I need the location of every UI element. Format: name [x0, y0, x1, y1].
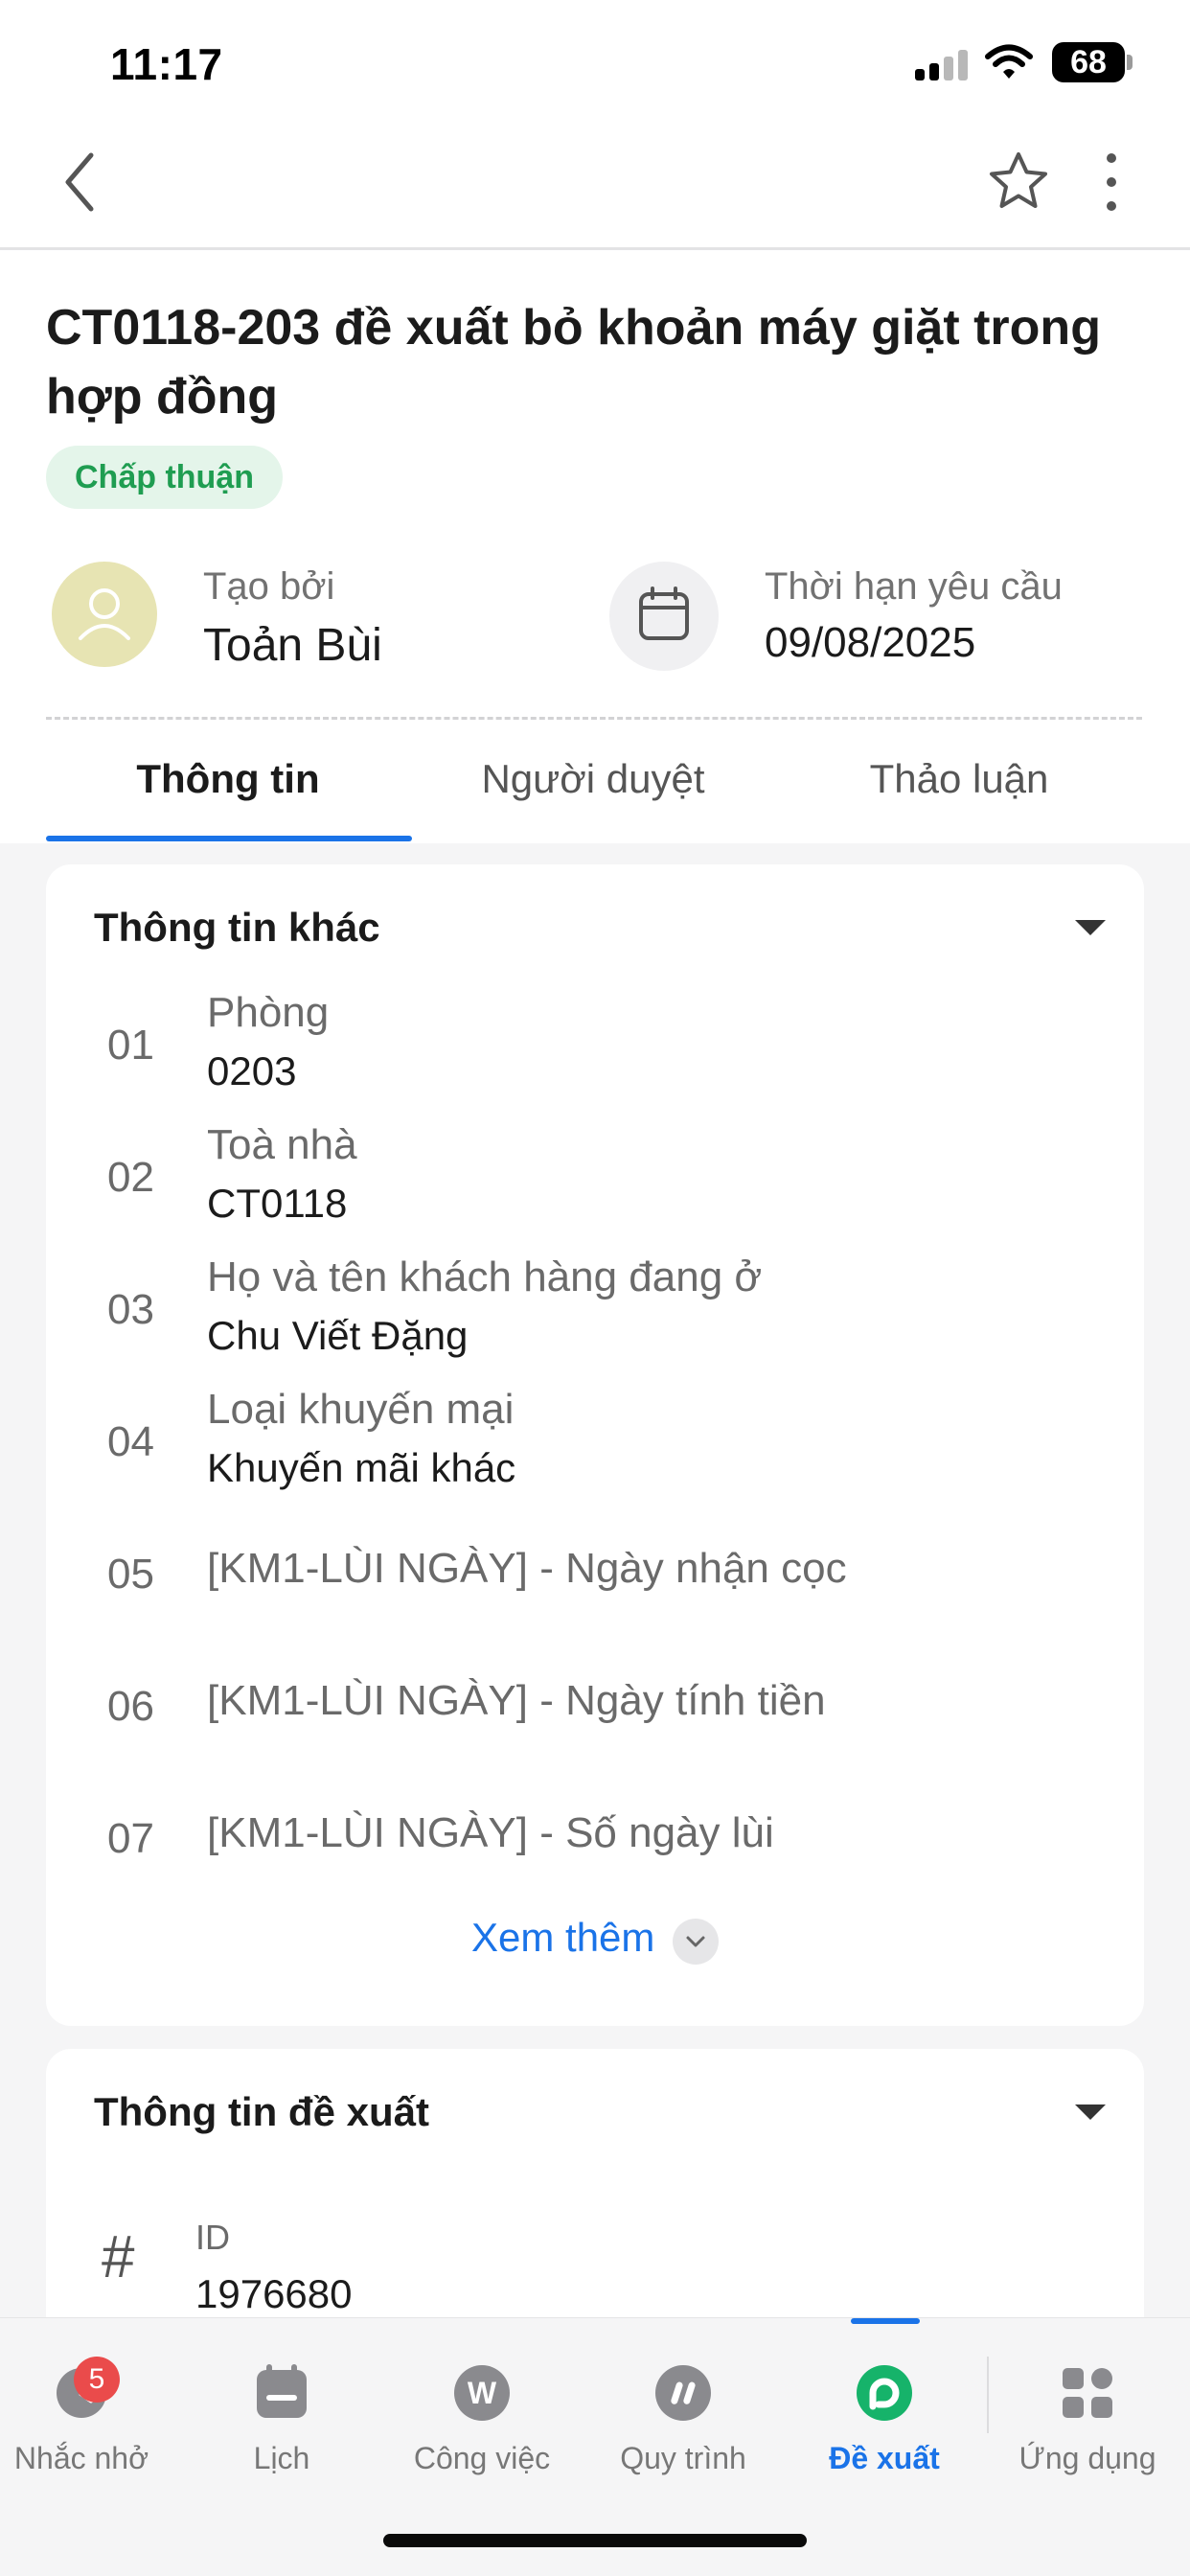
tab-info[interactable]: Thông tin — [46, 749, 410, 841]
id-label: ID — [195, 2218, 230, 2257]
field-value: 0203 — [207, 1048, 297, 1093]
active-nav-indicator — [851, 2318, 920, 2324]
nav-label: Quy trình — [620, 2441, 746, 2475]
user-icon — [79, 588, 130, 640]
field-label: [KM1-LÙI NGÀY] - Ngày tính tiền — [207, 1677, 826, 1724]
creator-label: Tạo bởi — [203, 565, 335, 608]
field-label: [KM1-LÙI NGÀY] - Ngày nhận cọc — [207, 1545, 847, 1592]
home-indicator[interactable] — [383, 2534, 807, 2547]
nav-item-proposal[interactable]: Đề xuất — [789, 2337, 980, 2481]
active-tab-indicator — [46, 836, 412, 841]
avatar — [52, 562, 157, 667]
field-label: Loại khuyến mại — [207, 1386, 515, 1433]
field-number: 04 — [107, 1418, 154, 1465]
field-label: [KM1-LÙI NGÀY] - Số ngày lùi — [207, 1809, 774, 1856]
nav-label: Lịch — [253, 2441, 310, 2475]
workflow-icon — [655, 2365, 711, 2421]
star-outline-icon[interactable] — [985, 149, 1052, 216]
more-vertical-icon[interactable] — [1092, 149, 1131, 216]
other-info-card: Thông tin khác 01 Phòng 0203 02 Toà nhà … — [46, 864, 1144, 2026]
nav-item-reminders[interactable]: 5 Nhắc nhở — [0, 2337, 177, 2481]
field-number: 05 — [107, 1551, 154, 1598]
chevron-down-icon[interactable] — [673, 1919, 719, 1965]
tab-approvers[interactable]: Người duyệt — [410, 749, 776, 841]
deadline-value: 09/08/2025 — [765, 619, 976, 666]
deadline-label: Thời hạn yêu cầu — [765, 565, 1063, 608]
id-value: 1976680 — [195, 2271, 353, 2316]
nav-item-workflow[interactable]: Quy trình — [587, 2337, 779, 2481]
collapse-caret-icon[interactable] — [1075, 920, 1106, 935]
cellular-signal-icon — [915, 48, 969, 80]
field-number: 06 — [107, 1683, 154, 1730]
calendar-icon — [639, 586, 689, 640]
other-info-title: Thông tin khác — [94, 905, 380, 950]
header-divider — [0, 247, 1190, 250]
field-label: Họ và tên khách hàng đang ở — [207, 1254, 763, 1300]
dashed-divider — [46, 717, 1142, 720]
proposal-icon — [857, 2365, 912, 2421]
field-number: 01 — [107, 1022, 154, 1069]
see-more-link[interactable]: Xem thêm — [471, 1915, 654, 1961]
deadline-icon-wrap — [609, 562, 719, 671]
nav-item-apps[interactable]: Ứng dụng — [992, 2337, 1183, 2481]
field-number: 02 — [107, 1154, 154, 1201]
page-title: CT0118-203 đề xuất bỏ khoản máy giặt tro… — [46, 300, 1101, 425]
nav-item-calendar[interactable]: Lịch — [186, 2337, 378, 2481]
field-number: 07 — [107, 1815, 154, 1862]
field-value: Chu Viết Đặng — [207, 1313, 469, 1358]
tab-discussion[interactable]: Thảo luận — [776, 749, 1142, 841]
back-button[interactable] — [53, 144, 110, 220]
nav-item-work[interactable]: W Công việc — [386, 2337, 578, 2481]
creator-name: Toản Bùi — [203, 620, 382, 671]
battery-tip — [1127, 55, 1133, 70]
field-number: 03 — [107, 1286, 154, 1333]
notification-badge: 5 — [74, 2357, 120, 2403]
nav-label: Công việc — [413, 2441, 551, 2475]
svg-text:W: W — [468, 2376, 497, 2410]
collapse-caret-icon[interactable] — [1075, 2104, 1106, 2120]
nav-label: Ứng dụng — [1018, 2441, 1156, 2475]
nav-separator — [987, 2357, 989, 2433]
wifi-icon — [985, 44, 1033, 79]
nav-label: Đề xuất — [829, 2441, 940, 2475]
field-value: CT0118 — [207, 1181, 348, 1226]
field-label: Phòng — [207, 989, 330, 1036]
field-label: Toà nhà — [207, 1121, 357, 1168]
status-time: 11:17 — [110, 39, 223, 89]
field-value: Khuyến mãi khác — [207, 1445, 516, 1490]
calendar-icon — [257, 2364, 307, 2418]
proposal-info-title: Thông tin đề xuất — [94, 2089, 429, 2134]
hash-icon: # — [102, 2224, 135, 2290]
apps-grid-icon — [1063, 2368, 1112, 2418]
work-w-icon: W — [454, 2365, 510, 2421]
battery-indicator: 68 — [1052, 42, 1125, 82]
nav-label: Nhắc nhở — [13, 2441, 149, 2475]
status-badge: Chấp thuận — [46, 446, 283, 509]
